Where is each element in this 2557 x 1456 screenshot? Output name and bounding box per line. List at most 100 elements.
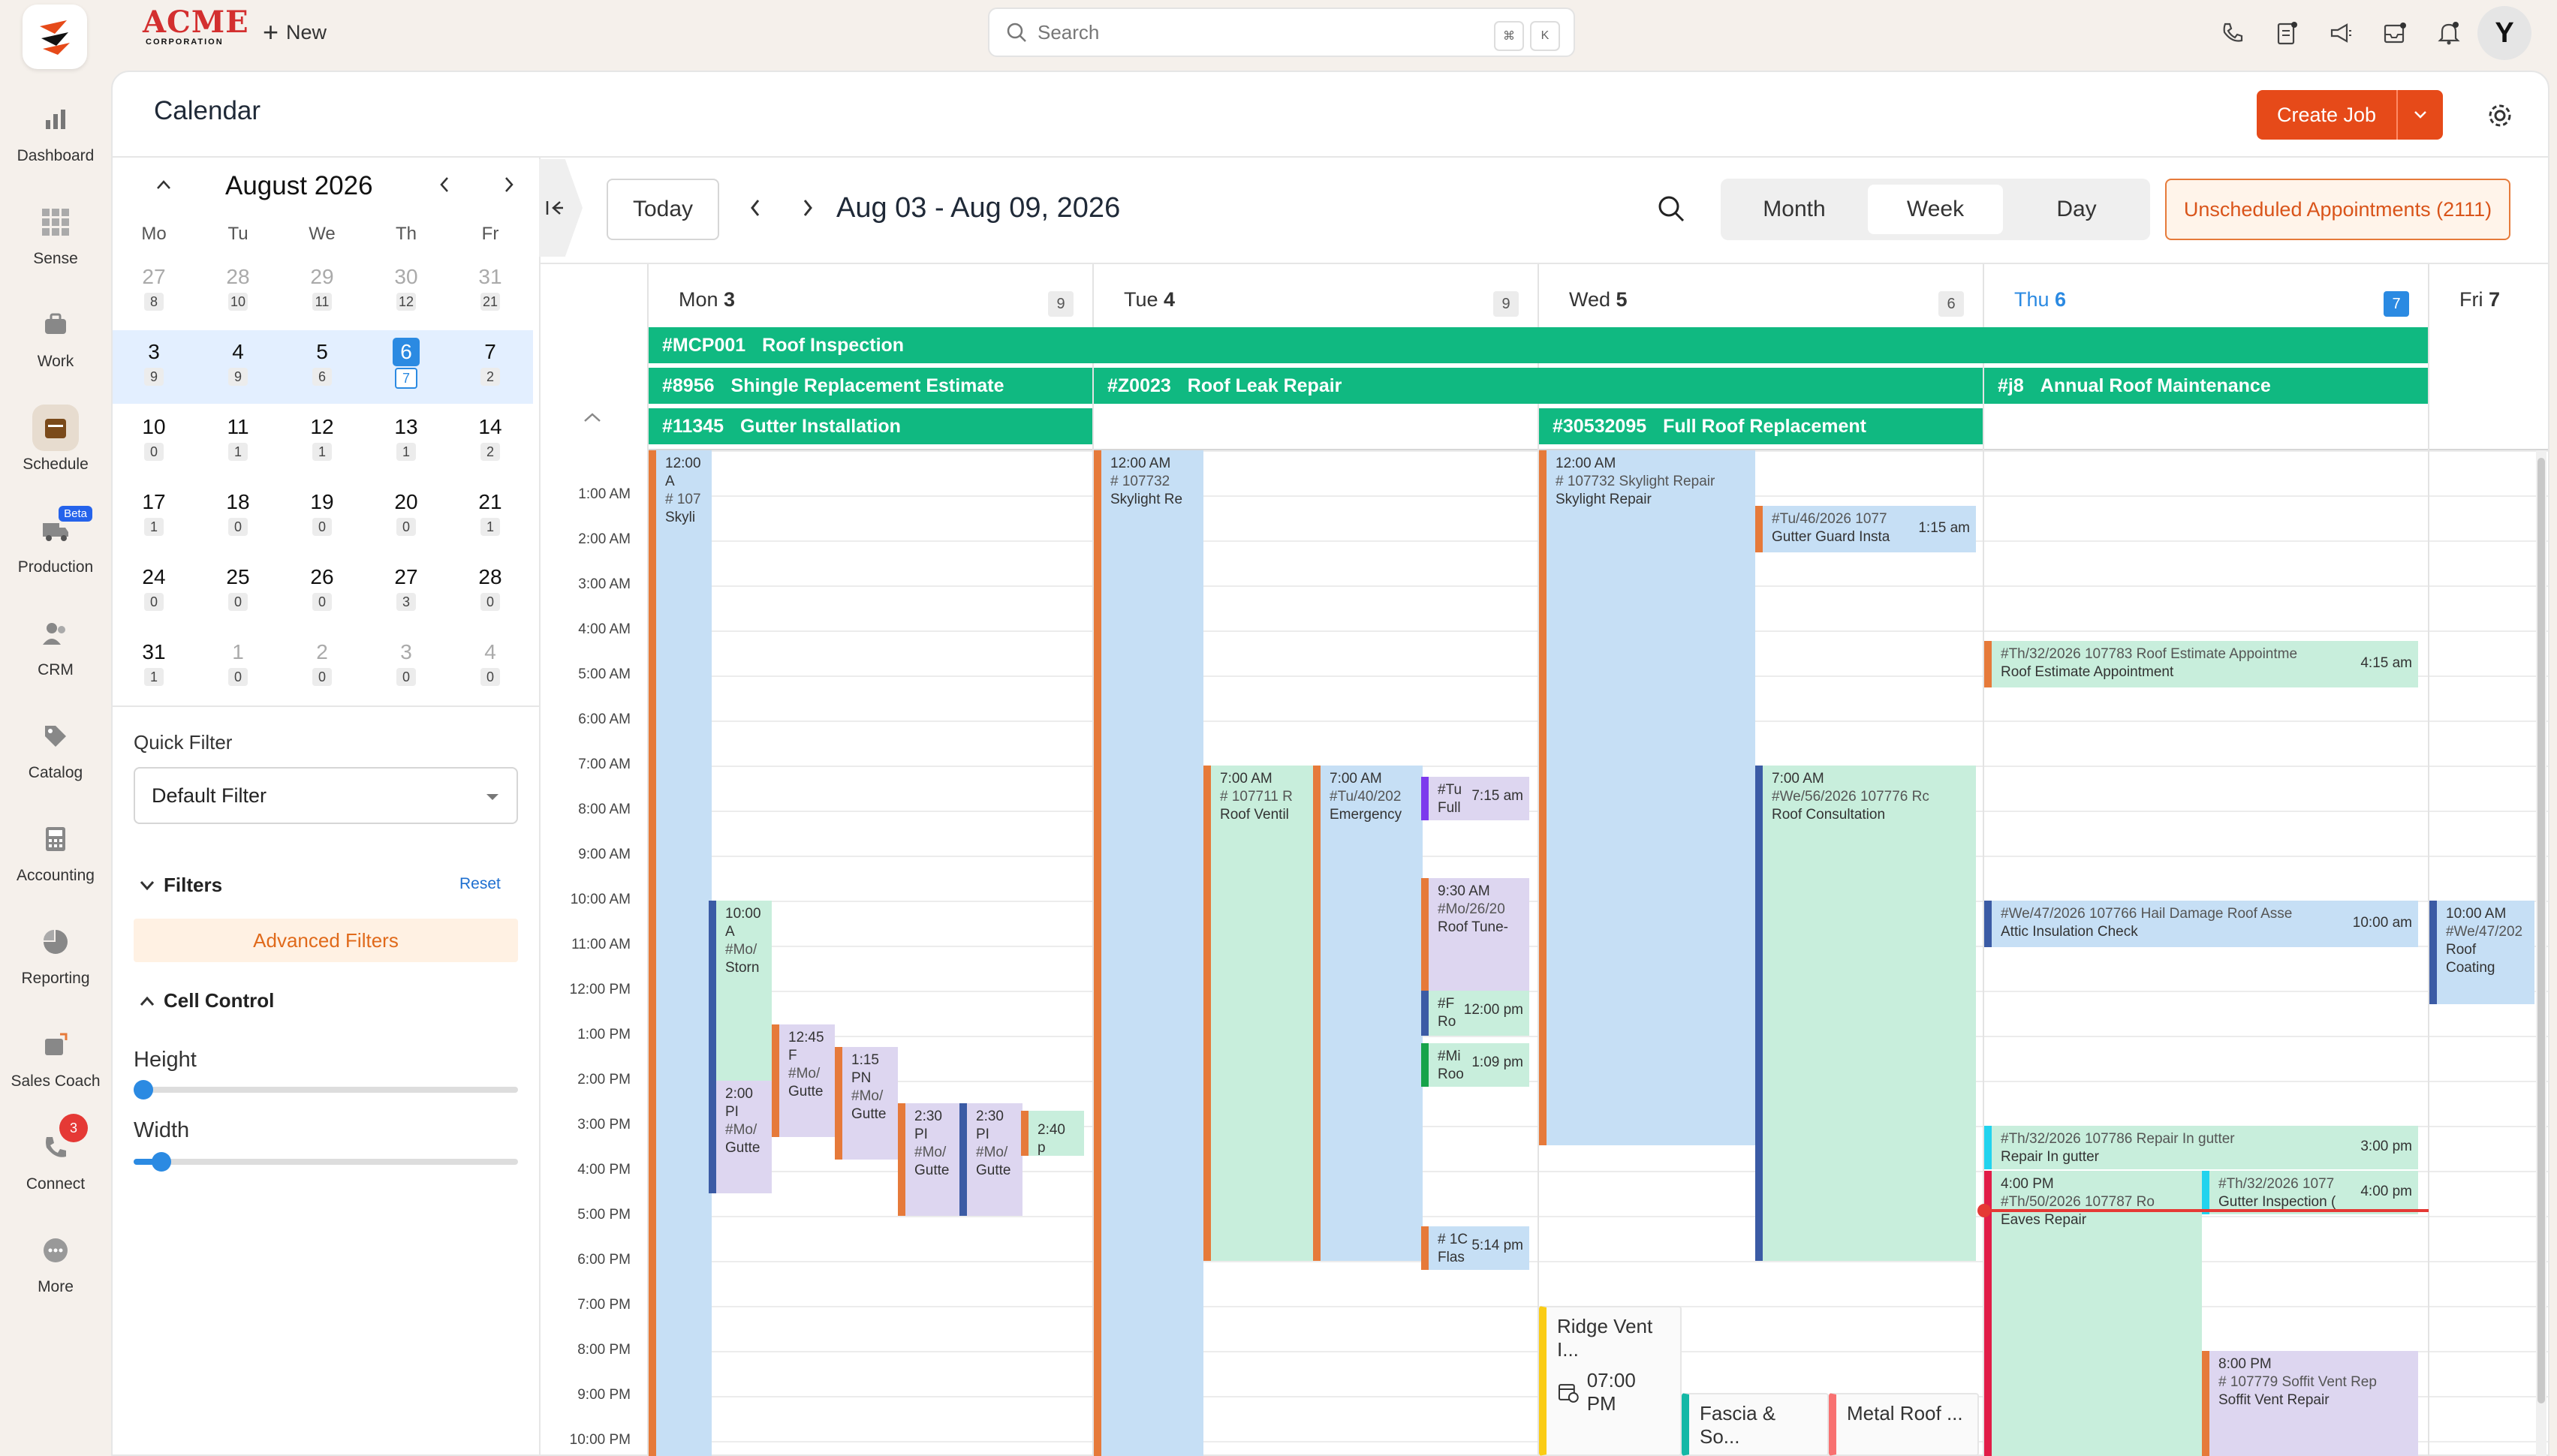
megaphone-icon[interactable] (2321, 14, 2360, 53)
height-slider-thumb[interactable] (134, 1080, 153, 1100)
event-card[interactable]: 8:00 PM # 107779 Soffit Vent Rep Soffit Ve… (2202, 1351, 2418, 1456)
event-card[interactable]: #Tu Full 7:15 am (1421, 777, 1529, 820)
search-input[interactable]: Search ⌘ K (988, 8, 1575, 57)
event-card[interactable]: 12:00 AM # 107732 Skylight Re (1094, 450, 1203, 1456)
cell-control-toggle[interactable]: Cell Control (140, 989, 274, 1012)
rail-schedule[interactable]: Schedule (0, 397, 111, 493)
mini-calendar-day[interactable]: 29 11 (296, 263, 348, 323)
event-card[interactable]: #We/47/2026 107766 Hail Damage Roof Asse… (1984, 901, 2418, 947)
day-header-wed[interactable]: Wed 5 (1569, 288, 1628, 311)
prev-week-icon[interactable] (749, 198, 761, 221)
phone-icon[interactable] (2213, 14, 2252, 53)
allday-event[interactable]: #11345 Gutter Installation (649, 408, 1092, 444)
filters-toggle[interactable]: Filters (140, 874, 222, 897)
event-card[interactable]: 2:30 PI #Mo/Gutte (898, 1103, 961, 1216)
event-card[interactable]: #Th/32/2026 1077 Gutter Inspection (4:00 … (2202, 1171, 2418, 1214)
event-card[interactable]: 12:45 F #Mo/Gutte (772, 1024, 835, 1137)
next-month-icon[interactable] (492, 168, 526, 201)
mini-calendar-day[interactable]: 67 (380, 338, 432, 398)
clipboard-icon[interactable] (2267, 14, 2306, 53)
mini-calendar-day[interactable]: 18 0 (212, 488, 264, 548)
event-card[interactable]: #Tu/46/2026 1077 Gutter Guard Insta 1:15 a… (1755, 506, 1976, 552)
mini-calendar-day[interactable]: 31 1 (128, 638, 180, 698)
height-slider[interactable] (134, 1080, 518, 1100)
event-card[interactable]: 10:00 AM #We/47/202 Roof Coating (2429, 901, 2534, 1004)
scrollbar-track[interactable] (2536, 450, 2546, 1456)
mini-calendar-day[interactable]: 30 12 (380, 263, 432, 323)
settings-gear-icon[interactable] (2477, 93, 2522, 138)
quick-filter-select[interactable]: Default Filter (134, 767, 518, 824)
mini-calendar-day[interactable]: 19 0 (296, 488, 348, 548)
day-header-tue[interactable]: Tue 4 (1124, 288, 1175, 311)
mini-calendar-day[interactable]: 49 (212, 338, 264, 398)
allday-event[interactable]: #j8 Annual Roof Maintenance (1984, 368, 2428, 404)
chevron-up-icon[interactable] (147, 168, 180, 201)
bell-icon[interactable] (2429, 14, 2468, 53)
mini-calendar-day[interactable]: 31 21 (464, 263, 517, 323)
event-card[interactable]: #Th/32/2026 107786 Repair In gutter Repai… (1984, 1126, 2418, 1169)
allday-event[interactable]: #8956 Shingle Replacement Estimate (649, 368, 1092, 404)
event-card[interactable]: 10:00 A #Mo/Storn (709, 901, 772, 1081)
create-job-button[interactable]: Create Job (2257, 90, 2443, 140)
mini-calendar-day[interactable]: 26 0 (296, 563, 348, 623)
rail-work[interactable]: Work (0, 294, 111, 390)
mini-calendar-day[interactable]: 11 1 (212, 413, 264, 473)
reset-link[interactable]: Reset (459, 875, 501, 893)
today-button[interactable]: Today (607, 179, 719, 240)
view-month-button[interactable]: Month (1727, 185, 1862, 234)
next-week-icon[interactable] (802, 198, 814, 221)
mini-calendar-day[interactable]: 72 (464, 338, 517, 398)
chevron-down-icon[interactable] (2398, 110, 2443, 119)
day-header-mon[interactable]: Mon 3 (679, 288, 735, 311)
event-card[interactable]: 9:30 AM #Mo/26/20 Roof Tune- (1421, 878, 1529, 991)
mini-calendar-day[interactable]: 24 0 (128, 563, 180, 623)
event-card[interactable]: 7:00 AM # 107711 R Roof Ventil (1203, 766, 1313, 1261)
mini-calendar-day[interactable]: 12 1 (296, 413, 348, 473)
event-card[interactable]: 2:40 p (1021, 1111, 1084, 1156)
allday-event[interactable]: #30532095 Full Roof Replacement (1539, 408, 1983, 444)
event-card[interactable]: 7:00 AM #We/56/2026 107776 Rc Roof Consult… (1755, 766, 1976, 1261)
mini-calendar-day[interactable]: 10 0 (128, 413, 180, 473)
event-card[interactable]: #Mi Roo 1:09 pm (1421, 1043, 1529, 1087)
mini-calendar-day[interactable]: 56 (296, 338, 348, 398)
mini-calendar-day[interactable]: 21 1 (464, 488, 517, 548)
mini-calendar-day[interactable]: 20 (296, 638, 348, 698)
event-card[interactable]: 1:15 PN #Mo/Gutte (835, 1047, 898, 1160)
rail-more[interactable]: More (0, 1220, 111, 1316)
mini-calendar-day[interactable]: 40 (464, 638, 517, 698)
appointment-card[interactable]: Ridge Vent I... 07:00 PM (1539, 1306, 1682, 1456)
advanced-filters-button[interactable]: Advanced Filters (134, 919, 518, 962)
mini-calendar-day[interactable]: 28 10 (212, 263, 264, 323)
rail-crm[interactable]: CRM (0, 603, 111, 699)
new-button[interactable]: + New (263, 15, 327, 50)
day-header-thu[interactable]: Thu 6 (2014, 288, 2066, 311)
mini-calendar-day[interactable]: 20 0 (380, 488, 432, 548)
appointment-card[interactable]: Fascia & So... (1682, 1393, 1829, 1456)
rail-accounting[interactable]: Accounting (0, 808, 111, 904)
view-day-button[interactable]: Day (2009, 185, 2144, 234)
rail-production[interactable]: Beta Production (0, 500, 111, 596)
event-card[interactable]: 7:00 AM #Tu/40/202 Emergency (1313, 766, 1423, 1261)
mini-calendar-day[interactable]: 27 3 (380, 563, 432, 623)
unscheduled-appointments-button[interactable]: Unscheduled Appointments (2111) (2165, 179, 2510, 240)
mini-calendar-day[interactable]: 10 (212, 638, 264, 698)
inbox-icon[interactable] (2375, 14, 2414, 53)
day-header-fri[interactable]: Fri 7 (2459, 288, 2500, 311)
mini-calendar-day[interactable]: 30 (380, 638, 432, 698)
mini-calendar-day[interactable]: 28 0 (464, 563, 517, 623)
rail-sense[interactable]: Sense (0, 191, 111, 287)
brand-logo[interactable]: ACME CORPORATION (143, 8, 248, 54)
mini-calendar-day[interactable]: 39 (128, 338, 180, 398)
mini-calendar-day[interactable]: 14 2 (464, 413, 517, 473)
event-card[interactable]: #Th/32/2026 107783 Roof Estimate Appoint… (1984, 641, 2418, 687)
event-card[interactable]: 2:30 PI #Mo/Gutte (959, 1103, 1022, 1216)
rail-sales-coach[interactable]: Sales Coach (0, 1014, 111, 1110)
rail-dashboard[interactable]: Dashboard (0, 89, 111, 185)
event-card[interactable]: #F Ro 12:00 pm (1421, 991, 1529, 1036)
event-card[interactable]: 12:00 A # 107 Skyli (649, 450, 712, 1456)
rail-reporting[interactable]: Reporting (0, 911, 111, 1007)
calendar-search-icon[interactable] (1656, 194, 1686, 227)
event-card[interactable]: 2:00 PI #Mo/Gutte (709, 1081, 772, 1193)
mini-calendar-day[interactable]: 27 8 (128, 263, 180, 323)
mini-calendar-day[interactable]: 13 1 (380, 413, 432, 473)
